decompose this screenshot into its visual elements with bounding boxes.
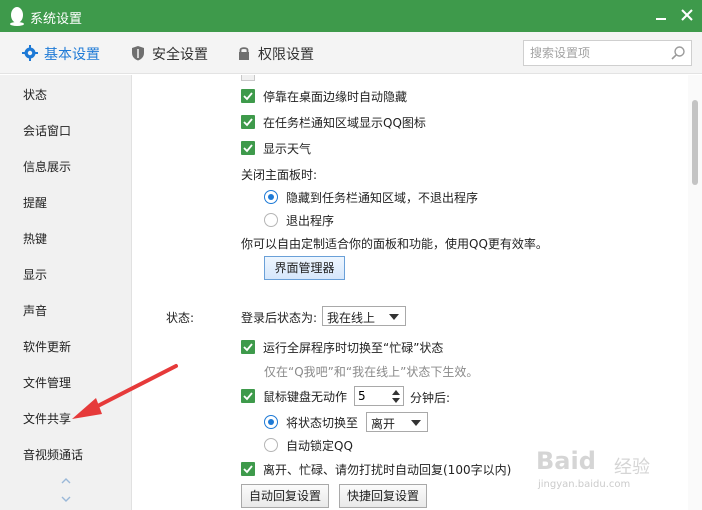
search-icon[interactable] (670, 45, 686, 61)
switch-status-select[interactable]: 离开 (366, 412, 428, 432)
close-icon[interactable] (680, 8, 694, 22)
sidebar-item-display[interactable]: 显示 (0, 259, 131, 289)
sidebar-item-sound[interactable]: 声音 (0, 295, 131, 325)
watermark-text: Baid (536, 447, 596, 475)
qq-penguin-icon (10, 7, 24, 26)
sidebar-item-label: 音视频通话 (23, 448, 84, 462)
stepper-up-icon[interactable] (392, 390, 400, 395)
stepper-down-icon[interactable] (392, 398, 400, 403)
switch-status-value: 离开 (371, 417, 396, 431)
status-section-label: 状态: (166, 311, 195, 325)
sidebar-item-hotkey[interactable]: 热键 (0, 223, 131, 253)
switch-status-label: 将状态切换至 (286, 416, 359, 430)
idle-label: 鼠标键盘无动作 (263, 390, 348, 404)
sidebar-item-label: 信息展示 (23, 160, 72, 174)
auto-lock-option[interactable]: 自动锁定QQ (264, 436, 464, 454)
close-exit-radio[interactable] (264, 213, 278, 227)
tab-permission-settings-label: 权限设置 (258, 47, 314, 63)
fullscreen-busy-checkbox[interactable] (241, 340, 255, 354)
switch-status-radio[interactable] (264, 415, 278, 429)
tray-icon-option[interactable]: 在任务栏通知区域显示QQ图标 (241, 113, 541, 131)
sidebar: 状态 会话窗口 信息展示 提醒 热键 显示 声音 软件更新 文件管理 文件共享 … (0, 75, 132, 510)
auto-lock-label: 自动锁定QQ (286, 439, 353, 453)
chevron-up-icon[interactable] (60, 477, 72, 485)
lock-icon (239, 47, 249, 60)
sidebar-item-label: 提醒 (23, 196, 48, 210)
tab-basic-settings-label: 基本设置 (44, 47, 100, 63)
idle-option[interactable]: 鼠标键盘无动作 (241, 387, 361, 405)
fullscreen-note: 仅在“Q我吧”和“我在线上”状态下生效。 (264, 365, 479, 379)
partial-checkbox[interactable] (241, 75, 255, 81)
tab-security-settings[interactable]: 安全设置 (130, 44, 210, 64)
sidebar-item-info-display[interactable]: 信息展示 (0, 151, 131, 181)
auto-reply-settings-button[interactable]: 自动回复设置 (241, 484, 329, 508)
show-weather-label: 显示天气 (263, 142, 312, 156)
login-status-value: 我在线上 (327, 311, 376, 325)
close-exit-option[interactable]: 退出程序 (264, 211, 564, 229)
sidebar-item-label: 显示 (23, 268, 48, 282)
tab-security-settings-label: 安全设置 (152, 47, 208, 63)
search-input[interactable] (530, 44, 664, 62)
sidebar-item-label: 文件管理 (23, 376, 72, 390)
customize-text: 你可以自由定制适合你的面板和功能，使用QQ更有效率。 (241, 237, 548, 251)
close-hide-option[interactable]: 隐藏到任务栏通知区域，不退出程序 (264, 188, 564, 206)
fullscreen-busy-label: 运行全屏程序时切换至“忙碌”状态 (263, 341, 444, 355)
ui-manager-button[interactable]: 界面管理器 (264, 256, 345, 280)
tray-icon-label: 在任务栏通知区域显示QQ图标 (263, 116, 426, 130)
idle-minutes-suffix: 分钟后: (410, 391, 451, 405)
chevron-down-icon (389, 314, 399, 320)
watermark-text-2: 经验 (614, 457, 650, 478)
auto-hide-label: 停靠在桌面边缘时自动隐藏 (263, 90, 408, 104)
sidebar-item-label: 热键 (23, 232, 48, 246)
fullscreen-busy-option[interactable]: 运行全屏程序时切换至“忙碌”状态 (241, 338, 541, 356)
auto-reply-checkbox[interactable] (241, 462, 255, 476)
auto-lock-radio[interactable] (264, 438, 278, 452)
title-bar: 系统设置 (0, 0, 702, 32)
show-weather-checkbox[interactable] (241, 141, 255, 155)
settings-content: 停靠在桌面边缘时自动隐藏 在任务栏通知区域显示QQ图标 显示天气 关闭主面板时:… (133, 75, 688, 510)
idle-minutes-stepper[interactable] (354, 386, 404, 406)
sidebar-item-label: 状态 (23, 88, 48, 102)
chevron-down-icon (411, 420, 421, 426)
sidebar-item-software-update[interactable]: 软件更新 (0, 331, 131, 361)
auto-hide-option[interactable]: 停靠在桌面边缘时自动隐藏 (241, 87, 541, 105)
sidebar-item-file-management[interactable]: 文件管理 (0, 367, 131, 397)
sidebar-item-av-call[interactable]: 音视频通话 (0, 439, 131, 469)
sidebar-item-status[interactable]: 状态 (0, 79, 131, 109)
auto-hide-checkbox[interactable] (241, 89, 255, 103)
sidebar-item-label: 声音 (23, 304, 48, 318)
tab-basic-settings[interactable]: 基本设置 (22, 44, 102, 64)
show-weather-option[interactable]: 显示天气 (241, 139, 541, 157)
search-box[interactable] (523, 40, 692, 66)
idle-checkbox[interactable] (241, 389, 255, 403)
baidu-watermark: Baid 经验 jingyan.baidu.com (536, 447, 686, 497)
tab-permission-settings[interactable]: 权限设置 (236, 44, 316, 64)
login-status-label: 登录后状态为: (241, 311, 318, 325)
scrollbar-thumb[interactable] (692, 100, 698, 185)
tab-bar: 基本设置 安全设置 权限设置 (0, 32, 702, 74)
sidebar-item-file-sharing[interactable]: 文件共享 (0, 403, 131, 433)
close-panel-label: 关闭主面板时: (241, 168, 318, 182)
auto-reply-label: 离开、忙碌、请勿打扰时自动回复(100字以内) (263, 463, 512, 477)
close-exit-label: 退出程序 (286, 214, 335, 228)
quick-reply-settings-button[interactable]: 快捷回复设置 (339, 484, 427, 508)
sidebar-item-chat-window[interactable]: 会话窗口 (0, 115, 131, 145)
sidebar-item-label: 会话窗口 (23, 124, 72, 138)
shield-icon (132, 46, 144, 61)
chevron-down-icon[interactable] (60, 495, 72, 503)
sidebar-item-label: 文件共享 (23, 412, 72, 426)
window-title: 系统设置 (30, 12, 83, 27)
minimize-icon[interactable] (654, 9, 668, 23)
close-hide-radio[interactable] (264, 190, 278, 204)
sidebar-item-label: 软件更新 (23, 340, 72, 354)
close-hide-label: 隐藏到任务栏通知区域，不退出程序 (286, 191, 479, 205)
gear-icon (22, 45, 38, 61)
sidebar-item-reminder[interactable]: 提醒 (0, 187, 131, 217)
switch-status-option[interactable]: 将状态切换至 (264, 413, 360, 431)
idle-minutes-input[interactable] (358, 388, 382, 404)
auto-reply-option[interactable]: 离开、忙碌、请勿打扰时自动回复(100字以内) (241, 460, 581, 478)
tray-icon-checkbox[interactable] (241, 115, 255, 129)
login-status-select[interactable]: 我在线上 (322, 306, 406, 326)
watermark-url: jingyan.baidu.com (538, 479, 631, 490)
